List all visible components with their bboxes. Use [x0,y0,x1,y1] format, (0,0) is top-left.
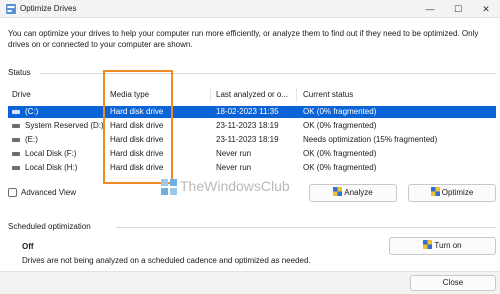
uac-shield-icon [423,240,433,249]
turn-on-button[interactable]: Turn on [389,237,496,255]
media-type-highlight-box [103,70,173,184]
table-row[interactable]: System Reserved (D:) Hard disk drive 23-… [8,120,496,132]
minimize-button[interactable]: — [416,0,444,18]
close-button[interactable]: Close [410,275,496,291]
current-status: OK (0% fragmented) [303,163,377,172]
scheduled-optimization-label: Scheduled optimization [8,222,91,231]
current-status: OK (0% fragmented) [303,107,377,116]
advanced-view-checkbox[interactable] [8,188,17,197]
watermark-text: TheWindowsClub [180,178,290,194]
drive-name: (E:) [25,135,38,144]
optimize-button-label: Optimize [441,188,474,197]
table-row[interactable]: (C:) Hard disk drive 18-02-2023 11:35 OK… [8,106,496,118]
title-bar: Optimize Drives — ☐ ✕ [0,0,500,18]
drive-name: System Reserved (D:) [25,121,104,130]
drive-icon [12,152,20,156]
thewindowsclub-logo-icon [161,179,177,195]
schedule-state: Off [22,242,34,251]
optimize-button[interactable]: Optimize [408,184,496,202]
advanced-view-label[interactable]: Advanced View [21,188,76,197]
drive-name: (C:) [25,107,39,116]
drive-icon [12,124,20,128]
drives-table: Drive Media type Last analyzed or o... C… [8,84,496,180]
last-analyzed: 18-02-2023 11:35 [216,107,279,116]
column-divider[interactable] [296,88,297,102]
drive-icon [12,138,20,142]
table-row[interactable]: Local Disk (F:) Hard disk drive Never ru… [8,148,496,160]
last-analyzed: 23-11-2023 18:19 [216,135,279,144]
last-analyzed: 23-11-2023 18:19 [216,121,279,130]
current-status: OK (0% fragmented) [303,149,377,158]
drive-icon [12,166,20,170]
defrag-app-icon [6,4,16,14]
window-title: Optimize Drives [20,4,77,13]
drive-name: Local Disk (F:) [25,149,77,158]
column-header-drive[interactable]: Drive [12,90,31,99]
scheduled-divider [116,227,496,228]
table-header: Drive Media type Last analyzed or o... C… [8,84,496,106]
analyze-button[interactable]: Analyze [309,184,397,202]
column-header-current-status[interactable]: Current status [303,90,353,99]
column-divider[interactable] [210,88,211,102]
schedule-description: Drives are not being analyzed on a sched… [22,256,311,265]
drive-icon [12,110,20,114]
status-section-label: Status [8,68,31,77]
current-status: Needs optimization (15% fragmented) [303,135,438,144]
maximize-button[interactable]: ☐ [444,0,472,18]
uac-shield-icon [333,187,343,196]
uac-shield-icon [430,187,440,196]
analyze-button-label: Analyze [344,188,373,197]
last-analyzed: Never run [216,163,252,172]
last-analyzed: Never run [216,149,252,158]
table-row[interactable]: Local Disk (H:) Hard disk drive Never ru… [8,162,496,174]
intro-text: You can optimize your drives to help you… [8,29,479,49]
column-header-last-analyzed[interactable]: Last analyzed or o... [216,90,288,99]
table-row[interactable]: (E:) Hard disk drive 23-11-2023 18:19 Ne… [8,134,496,146]
turn-on-button-label: Turn on [434,241,462,250]
drive-name: Local Disk (H:) [25,163,78,172]
window-close-button[interactable]: ✕ [472,0,500,18]
current-status: OK (0% fragmented) [303,121,377,130]
